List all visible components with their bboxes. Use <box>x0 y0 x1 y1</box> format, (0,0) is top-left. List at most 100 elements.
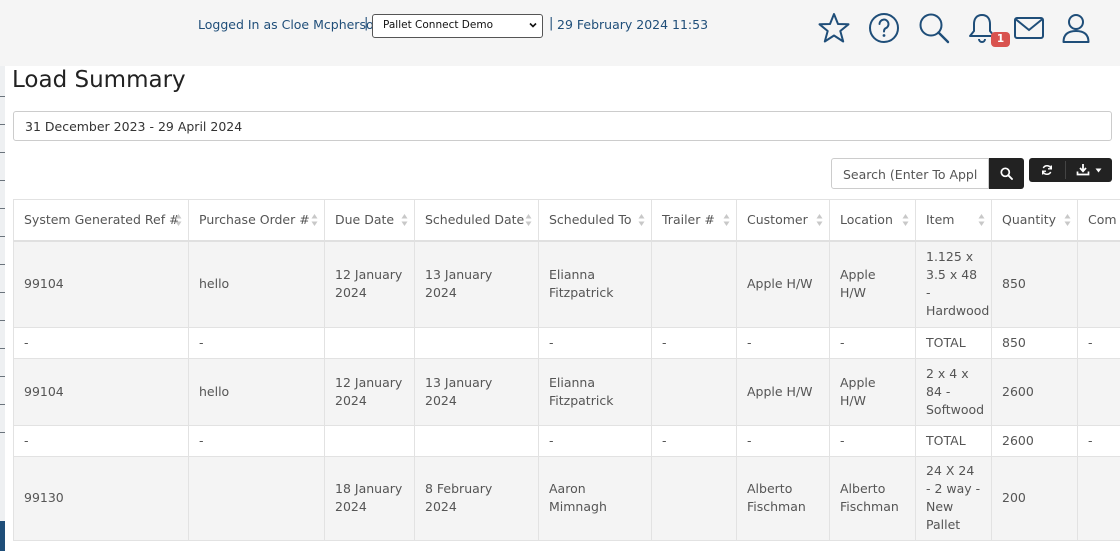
cell-due-date: 18 January 2024 <box>325 456 415 540</box>
cell-scheduled-to: Elianna Fitzpatrick <box>539 358 652 425</box>
cell-purchase-order <box>189 456 325 540</box>
cell-scheduled-to: - <box>539 425 652 456</box>
separator: | <box>364 16 368 31</box>
download-button[interactable] <box>1066 158 1112 182</box>
cell-quantity: 2600 <box>992 425 1078 456</box>
help-icon[interactable] <box>867 11 901 45</box>
cell-item: TOTAL <box>916 327 992 358</box>
table-row[interactable]: 99104 hello 12 January 2024 13 January 2… <box>14 241 1120 327</box>
cell-quantity: 850 <box>992 327 1078 358</box>
column-header-trailer[interactable]: Trailer # <box>652 200 737 242</box>
column-header-purchase-order[interactable]: Purchase Order # <box>189 200 325 242</box>
sort-icon <box>978 213 985 227</box>
cell-location: - <box>830 327 916 358</box>
sidebar-divider <box>0 376 5 377</box>
cell-quantity: 2600 <box>992 358 1078 425</box>
search-icon[interactable] <box>917 11 951 45</box>
sidebar-divider <box>0 208 5 209</box>
search-icon <box>1000 167 1013 180</box>
sidebar-divider <box>0 432 5 433</box>
search-button[interactable] <box>989 158 1024 189</box>
site-select[interactable]: Pallet Connect Demo <box>372 14 543 38</box>
sort-icon <box>638 213 645 227</box>
cell-scheduled-date: 13 January 2024 <box>415 358 539 425</box>
cell-customer: Apple H/W <box>737 241 830 327</box>
sidebar-divider <box>0 264 5 265</box>
table-header-row: System Generated Ref # Purchase Order # … <box>14 200 1120 242</box>
cell-quantity: 850 <box>992 241 1078 327</box>
table-row[interactable]: 99104 hello 12 January 2024 13 January 2… <box>14 358 1120 425</box>
column-header-scheduled-to[interactable]: Scheduled To <box>539 200 652 242</box>
cell-trailer: - <box>652 425 737 456</box>
date-range-input[interactable]: 31 December 2023 - 29 April 2024 <box>13 111 1112 141</box>
column-header-com[interactable]: Com <box>1078 200 1120 242</box>
column-header-ref[interactable]: System Generated Ref # <box>14 200 189 242</box>
sort-icon <box>816 213 823 227</box>
table-search-input[interactable]: Search (Enter To Appl <box>831 158 989 189</box>
sidebar-divider <box>0 320 5 321</box>
sort-icon <box>401 213 408 227</box>
cell-purchase-order: hello <box>189 358 325 425</box>
sidebar-divider <box>0 292 5 293</box>
cell-trailer <box>652 241 737 327</box>
cell-trailer: - <box>652 327 737 358</box>
star-icon[interactable] <box>817 11 851 45</box>
table-actions-group <box>1029 158 1112 182</box>
table-row-total[interactable]: - - - - - - TOTAL 2600 - <box>14 425 1120 456</box>
cell-scheduled-to: - <box>539 327 652 358</box>
cell-due-date: 12 January 2024 <box>325 358 415 425</box>
cell-ref: 99104 <box>14 358 189 425</box>
column-header-item[interactable]: Item <box>916 200 992 242</box>
cell-scheduled-date <box>415 425 539 456</box>
cell-com <box>1078 358 1120 425</box>
column-header-quantity[interactable]: Quantity <box>992 200 1078 242</box>
cell-item: 1.125 x 3.5 x 48 - Hardwood <box>916 241 992 327</box>
cell-scheduled-date: 13 January 2024 <box>415 241 539 327</box>
cell-com <box>1078 241 1120 327</box>
cell-location: - <box>830 425 916 456</box>
sidebar-active-item[interactable] <box>0 521 5 551</box>
sidebar-divider <box>0 96 5 97</box>
user-icon[interactable] <box>1059 11 1093 45</box>
cell-customer: Alberto Fischman <box>737 456 830 540</box>
cell-item: 2 x 4 x 84 - Softwood <box>916 358 992 425</box>
cell-ref: - <box>14 327 189 358</box>
cell-scheduled-to: Elianna Fitzpatrick <box>539 241 652 327</box>
chevron-down-icon <box>528 20 538 30</box>
sort-icon <box>175 213 182 227</box>
cell-quantity: 200 <box>992 456 1078 540</box>
cell-com: - <box>1078 425 1120 456</box>
table-row-total[interactable]: - - - - - - TOTAL 850 - <box>14 327 1120 358</box>
load-summary-table: System Generated Ref # Purchase Order # … <box>13 199 1120 541</box>
cell-due-date <box>325 327 415 358</box>
separator: | <box>549 16 553 31</box>
column-header-customer[interactable]: Customer <box>737 200 830 242</box>
cell-due-date <box>325 425 415 456</box>
refresh-icon <box>1041 164 1053 176</box>
mail-icon[interactable] <box>1012 11 1046 45</box>
sidebar-divider <box>0 152 5 153</box>
site-select-value: Pallet Connect Demo <box>383 19 493 31</box>
column-header-location[interactable]: Location <box>830 200 916 242</box>
sort-icon <box>525 213 532 227</box>
column-header-due-date[interactable]: Due Date <box>325 200 415 242</box>
cell-com <box>1078 456 1120 540</box>
column-header-scheduled-date[interactable]: Scheduled Date <box>415 200 539 242</box>
table-row[interactable]: 99130 18 January 2024 8 February 2024 Aa… <box>14 456 1120 540</box>
refresh-button[interactable] <box>1029 158 1065 182</box>
sort-icon <box>902 213 909 227</box>
cell-scheduled-to: Aaron Mimnagh <box>539 456 652 540</box>
cell-customer: - <box>737 425 830 456</box>
caret-down-icon <box>1095 168 1102 173</box>
sidebar-edge <box>0 66 5 523</box>
sort-icon <box>311 213 318 227</box>
cell-scheduled-date: 8 February 2024 <box>415 456 539 540</box>
cell-ref: - <box>14 425 189 456</box>
sidebar-divider <box>0 124 5 125</box>
sort-icon <box>1064 213 1071 227</box>
page-title: Load Summary <box>12 67 186 93</box>
cell-purchase-order: - <box>189 425 325 456</box>
top-bar: Logged In as Cloe Mcpherson | Pallet Con… <box>0 0 1120 66</box>
cell-due-date: 12 January 2024 <box>325 241 415 327</box>
cell-customer: - <box>737 327 830 358</box>
